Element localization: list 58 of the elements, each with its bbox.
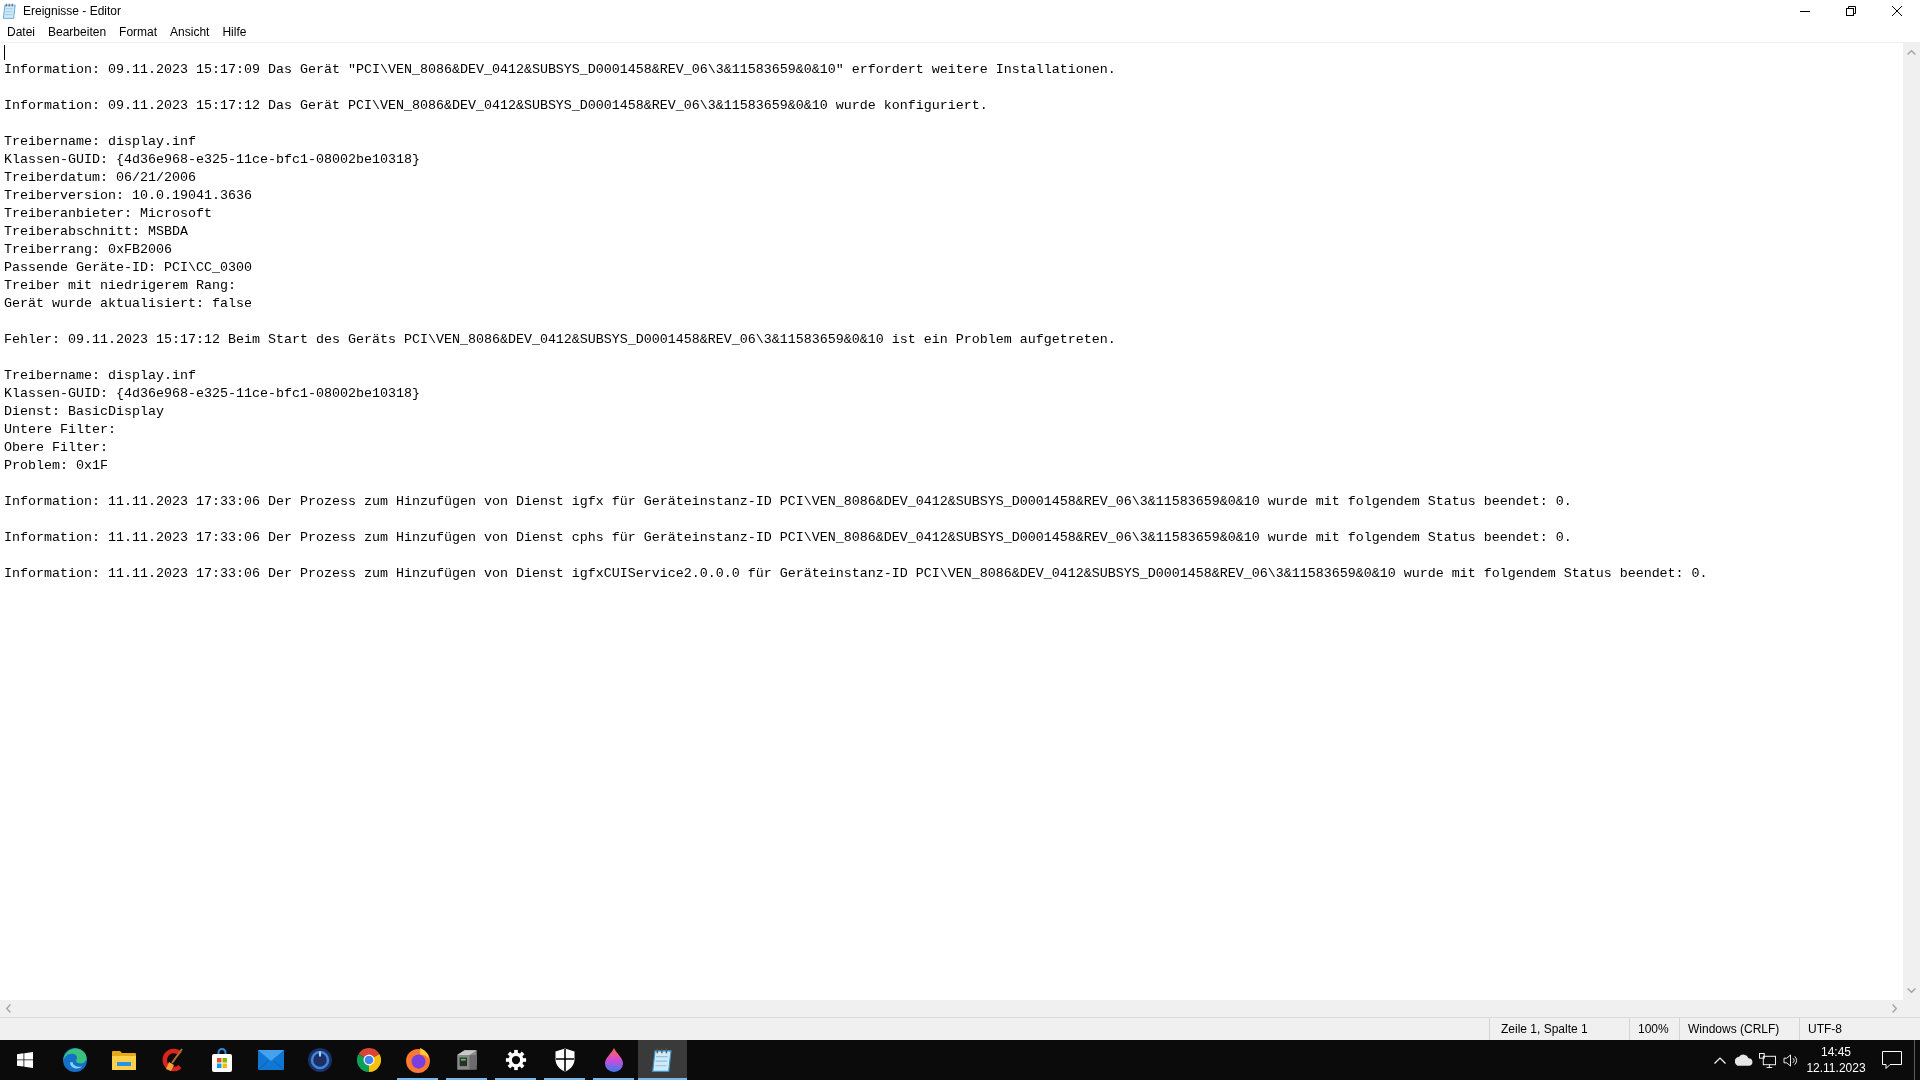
close-icon — [1892, 6, 1902, 16]
text-line: Treibername: display.inf — [4, 367, 196, 385]
speaker-icon[interactable] — [1782, 1053, 1798, 1067]
restore-icon — [1846, 6, 1856, 16]
speech-bubble-icon[interactable] — [1882, 1051, 1902, 1069]
notepad-icon — [651, 1048, 674, 1072]
text-line: Untere Filter: — [4, 421, 116, 439]
text-caret — [4, 45, 5, 60]
text-line: Information: 11.11.2023 17:33:06 Der Prozess zum Hinzufügen von Dienst cphs für Geräteinstanz-ID PCI\VEN_8086&DEV_0412&SUBSYS_D0001458&REV_06\3&11583659&0&10 wurde mit folgendem Status beendet: 0. — [4, 529, 1572, 547]
text-line: Passende Geräte-ID: PCI\CC_0300 — [4, 259, 252, 277]
text-line: Treiberabschnitt: MSBDA — [4, 223, 188, 241]
text-line: Treiberanbieter: Microsoft — [4, 205, 212, 223]
window-title: Ereignisse - Editor — [23, 4, 122, 18]
taskbar-clock[interactable]: 14:45 12.11.2023 — [1802, 1040, 1870, 1080]
four-pane-logo-icon — [17, 1052, 33, 1068]
cloud-icon[interactable] — [1735, 1054, 1753, 1066]
text-line: Information: 11.11.2023 17:33:06 Der Prozess zum Hinzufügen von Dienst igfxCUIService2.0.0.0 für Geräteinstanz-ID PCI\VEN_8086&DEV_0412&SUBSYS_D0001458&REV_06\3&11583659&0&10 wurde mit folgendem Status beendet: 0. — [4, 565, 1708, 583]
text-line: Klassen-GUID: {4d36e968-e325-11ce-bfc1-08002be10318} — [4, 151, 420, 169]
text-line: Problem: 0x1F — [4, 457, 108, 475]
swirl-icon — [62, 1048, 87, 1072]
segmented-circle-icon — [356, 1048, 381, 1072]
text-line: Information: 09.11.2023 15:17:09 Das Gerät "PCI\VEN_8086&DEV_0412&SUBSYS_D0001458&REV_06\3&11583659&0&10" erfordert weitere Installationen. — [4, 61, 1116, 79]
menu-item[interactable]: Ansicht — [163, 22, 216, 42]
text-line: Obere Filter: — [4, 439, 108, 457]
text-encoding: UTF-8 — [1808, 1022, 1842, 1036]
envelope-icon — [257, 1050, 284, 1070]
text-line: Treiberversion: 10.0.19041.3636 — [4, 187, 252, 205]
text-line: Treiberdatum: 06/21/2006 — [4, 169, 196, 187]
brush-letter-icon — [160, 1048, 185, 1072]
shield-icon — [554, 1048, 575, 1072]
drop-icon — [604, 1048, 623, 1072]
menu-item[interactable]: Hilfe — [215, 22, 253, 42]
notepad-icon — [3, 3, 17, 19]
text-line: Dienst: BasicDisplay — [4, 403, 164, 421]
shopping-bag-icon — [209, 1048, 234, 1072]
cursor-position: Zeile 1, Spalte 1 — [1501, 1022, 1588, 1036]
power-symbol-icon — [307, 1048, 332, 1072]
network-monitor-icon[interactable] — [1758, 1052, 1776, 1068]
menu-item[interactable]: Format — [112, 22, 164, 42]
text-line: Fehler: 09.11.2023 15:17:12 Beim Start des Geräts PCI\VEN_8086&DEV_0412&SUBSYS_D0001458&REV_06\3&11583659&0&10 ist ein Problem aufgetreten. — [4, 331, 1116, 349]
gear-icon — [504, 1049, 527, 1071]
text-line: Treibername: display.inf — [4, 133, 196, 151]
taskbar-button[interactable] — [638, 1040, 687, 1080]
text-line: Treiber mit niedrigerem Rang: — [4, 277, 236, 295]
computer-box-icon — [455, 1049, 478, 1071]
chevron-up-icon[interactable] — [1714, 1056, 1726, 1064]
line-ending: Windows (CRLF) — [1688, 1022, 1780, 1036]
minimize-icon — [1800, 10, 1810, 12]
text-line: Information: 11.11.2023 17:33:06 Der Prozess zum Hinzufügen von Dienst igfx für Geräteinstanz-ID PCI\VEN_8086&DEV_0412&SUBSYS_D0001458&REV_06\3&11583659&0&10 wurde mit folgendem Status beendet: 0. — [4, 493, 1572, 511]
menu-item[interactable]: Bearbeiten — [41, 22, 113, 42]
folder-icon — [111, 1050, 136, 1070]
text-line: Information: 09.11.2023 15:17:12 Das Gerät PCI\VEN_8086&DEV_0412&SUBSYS_D0001458&REV_06\3&11583659&0&10 wurde konfiguriert. — [4, 97, 988, 115]
text-line: Treiberrang: 0xFB2006 — [4, 241, 172, 259]
text-line: Gerät wurde aktualisiert: false — [4, 295, 252, 313]
text-line: Klassen-GUID: {4d36e968-e325-11ce-bfc1-08002be10318} — [4, 385, 420, 403]
menu-item[interactable]: Datei — [0, 22, 41, 42]
ring-disc-icon — [405, 1047, 430, 1073]
zoom-level: 100% — [1638, 1022, 1669, 1036]
